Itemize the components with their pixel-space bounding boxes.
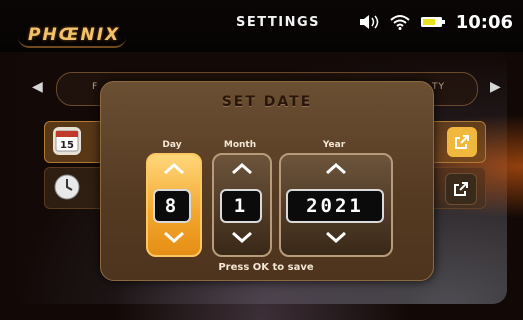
page-title: SETTINGS [236,15,321,30]
external-link-icon[interactable] [447,127,477,157]
day-value[interactable]: 8 [153,189,191,223]
save-hint: Press OK to save [218,262,314,273]
svg-text:15: 15 [60,140,74,151]
year-down-arrow-icon[interactable] [281,231,391,243]
month-up-arrow-icon[interactable] [214,163,270,175]
tab-right-label[interactable]: TY [432,82,445,92]
clock: 10:06 [455,11,513,33]
clock-icon [53,173,81,201]
battery-icon [420,15,446,29]
tab-left-label[interactable]: F [92,82,97,92]
month-label: Month [223,140,257,150]
brand-logo: PHŒNIX [28,25,121,45]
month-down-arrow-icon[interactable] [214,231,270,243]
day-up-arrow-icon[interactable] [148,163,200,175]
year-value[interactable]: 2021 [286,189,384,223]
day-label: Day [162,140,182,150]
calendar-icon: 15 [53,127,81,155]
status-bar: 10:06 [358,10,513,34]
tab-prev-arrow-icon[interactable]: ◀ [32,79,43,95]
wifi-icon [390,14,410,30]
external-link-icon[interactable] [445,173,477,205]
day-down-arrow-icon[interactable] [148,231,200,243]
dialog-title: SET DATE [221,94,313,110]
year-up-arrow-icon[interactable] [281,163,391,175]
month-value[interactable]: 1 [220,189,262,223]
year-label: Year [322,140,346,150]
speaker-icon [358,14,380,30]
tab-next-arrow-icon[interactable]: ▶ [490,79,501,95]
